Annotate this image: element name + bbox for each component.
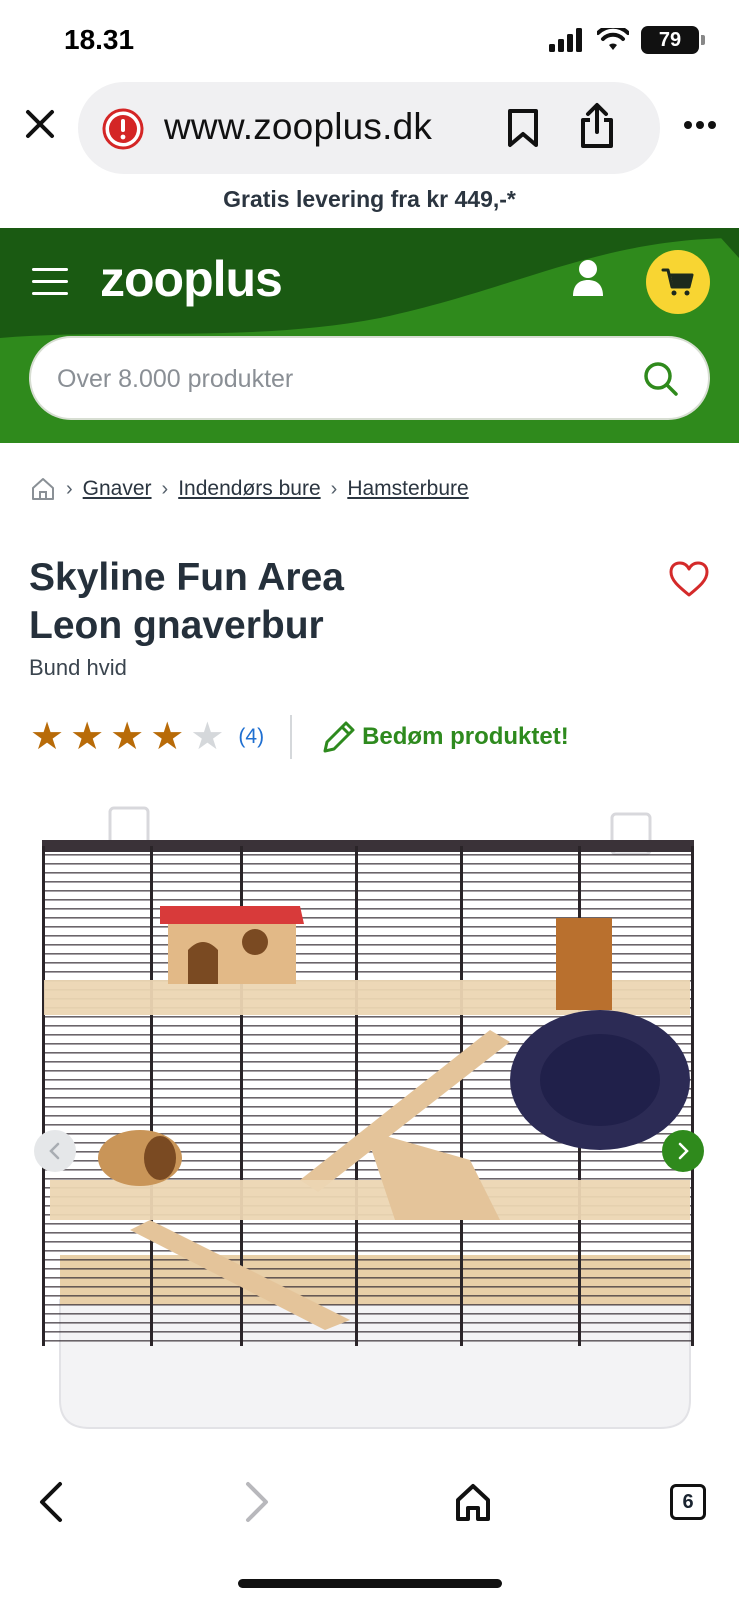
breadcrumb-link-indendors-bure[interactable]: Indendørs bure <box>178 477 320 501</box>
heart-icon[interactable] <box>668 560 710 598</box>
star-icon: ★ <box>30 716 65 758</box>
tabs-button[interactable]: 6 <box>670 1484 706 1520</box>
cart-icon <box>661 268 694 296</box>
product-image[interactable] <box>0 800 739 1460</box>
home-icon[interactable] <box>30 476 56 502</box>
home-icon[interactable] <box>454 1482 492 1522</box>
menu-icon[interactable] <box>32 268 68 296</box>
forward-icon[interactable] <box>240 1480 274 1524</box>
product-variant: Bund hvid <box>29 655 127 680</box>
cart-button[interactable] <box>646 250 710 314</box>
rating-row: ★ ★ ★ ★ ★ (4) Bedøm produktet! <box>30 712 569 762</box>
chevron-right-icon <box>678 1142 689 1160</box>
battery-indicator: 79 <box>641 26 705 54</box>
site-header: zooplus <box>0 228 739 443</box>
signal-icon <box>549 28 582 52</box>
product-title-line-2: Leon gnaverbur <box>29 604 324 647</box>
review-count[interactable]: (4) <box>238 725 264 749</box>
search-bar[interactable] <box>29 336 710 420</box>
image-prev-button[interactable] <box>34 1130 76 1172</box>
image-next-button[interactable] <box>662 1130 704 1172</box>
chevron-right-icon: › <box>330 477 338 500</box>
search-icon[interactable] <box>642 360 680 398</box>
zooplus-logo[interactable]: zooplus <box>100 250 283 308</box>
search-input[interactable] <box>57 358 617 400</box>
rate-product-label: Bedøm produktet! <box>362 723 569 750</box>
star-icon: ★ <box>110 716 145 758</box>
status-time: 18.31 <box>64 24 135 55</box>
promo-banner[interactable]: Gratis levering fra kr 449,-* <box>0 186 739 213</box>
chevron-left-icon <box>49 1142 60 1160</box>
breadcrumb: › Gnaver › Indendørs bure › Hamsterbure <box>30 476 469 502</box>
status-icons: 79 <box>549 26 705 54</box>
back-icon[interactable] <box>34 1480 68 1524</box>
home-indicator[interactable] <box>238 1579 502 1588</box>
browser-toolbar: www.zooplus.dk <box>0 80 739 176</box>
product-title: Skyline Fun Area Leon gnaverbur <box>29 554 629 650</box>
rate-product-link[interactable]: Bedøm produktet! <box>320 718 569 756</box>
product-title-line-1: Skyline Fun Area <box>29 556 344 599</box>
star-icon: ★ <box>190 716 225 758</box>
more-icon[interactable] <box>683 120 717 130</box>
close-icon[interactable] <box>18 102 62 146</box>
bookmark-icon[interactable] <box>506 108 540 148</box>
url-text[interactable]: www.zooplus.dk <box>164 106 432 148</box>
star-icon: ★ <box>70 716 105 758</box>
breadcrumb-link-hamsterbure[interactable]: Hamsterbure <box>347 477 468 501</box>
wifi-icon <box>597 28 629 50</box>
address-bar[interactable]: www.zooplus.dk <box>78 82 660 174</box>
breadcrumb-link-gnaver[interactable]: Gnaver <box>83 477 152 501</box>
share-icon[interactable] <box>578 102 616 150</box>
divider <box>290 715 293 759</box>
warning-icon[interactable] <box>102 108 144 150</box>
star-icon: ★ <box>150 716 185 758</box>
status-bar: 18.31 79 <box>0 0 739 80</box>
account-icon[interactable] <box>570 258 606 298</box>
pencil-icon <box>323 721 355 753</box>
chevron-right-icon: › <box>161 477 169 500</box>
star-rating[interactable]: ★ ★ ★ ★ ★ <box>30 718 224 756</box>
chevron-right-icon: › <box>66 477 73 500</box>
